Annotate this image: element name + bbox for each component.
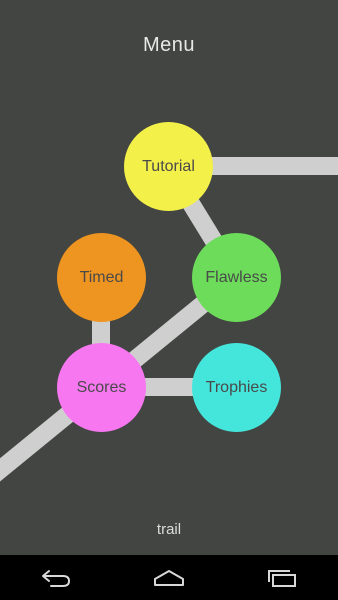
scores-button[interactable]: Scores [57, 343, 146, 432]
tutorial-button[interactable]: Tutorial [124, 122, 213, 211]
trophies-label: Trophies [205, 378, 268, 396]
timed-label: Timed [79, 268, 124, 286]
back-button[interactable] [26, 555, 86, 600]
scores-label: Scores [76, 378, 127, 396]
flawless-label: Flawless [205, 268, 268, 286]
timed-button[interactable]: Timed [57, 233, 146, 322]
flawless-button[interactable]: Flawless [192, 233, 281, 322]
back-icon [42, 569, 71, 587]
tutorial-label: Tutorial [142, 157, 195, 175]
system-navigation-bar [0, 555, 338, 600]
recent-apps-button[interactable] [252, 555, 312, 600]
app-screen: Menu Tutorial Timed Flawless Scores Trop… [0, 0, 338, 600]
home-button[interactable] [139, 555, 199, 600]
trail-connectors [0, 157, 338, 482]
trophies-button[interactable]: Trophies [192, 343, 281, 432]
home-icon [153, 569, 184, 586]
recent-apps-icon [267, 569, 296, 587]
footer-brand: trail [156, 521, 182, 538]
